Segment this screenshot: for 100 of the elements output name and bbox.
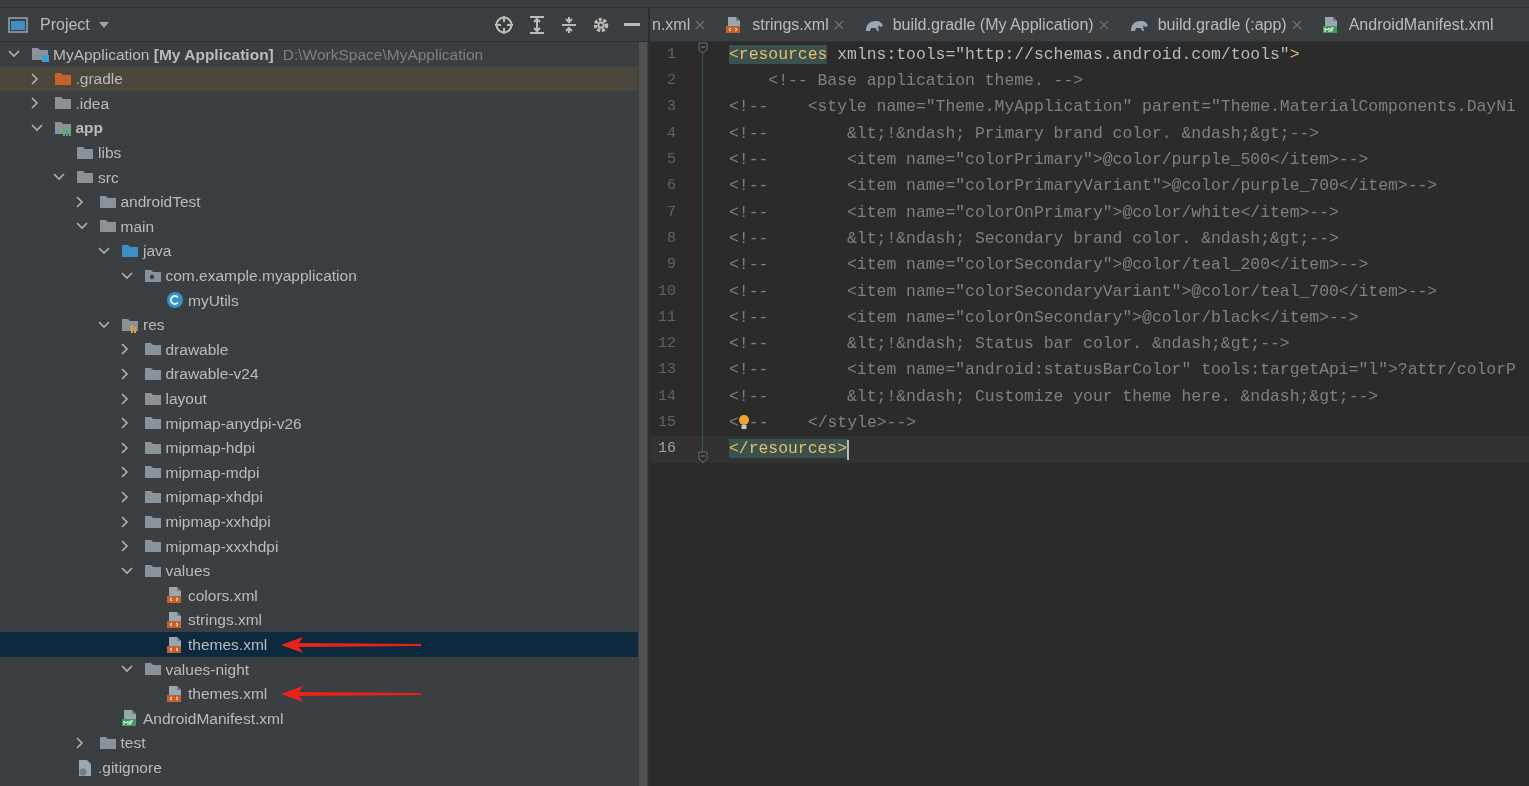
tree-item[interactable]: drawable-v24 (0, 361, 638, 387)
tree-item[interactable]: .gradle (0, 66, 638, 92)
tree-item[interactable]: colors.xml (0, 583, 638, 608)
chevron-right-icon[interactable] (120, 466, 129, 479)
lightbulb-icon[interactable] (738, 414, 749, 432)
xml-file-icon (166, 684, 184, 703)
collapse-all-icon[interactable] (560, 15, 578, 34)
line-number: 6 (666, 176, 676, 197)
tree-item[interactable]: layout (0, 386, 638, 411)
chevron-down-icon[interactable] (8, 50, 20, 59)
line-number: 10 (657, 281, 676, 302)
tree-item[interactable]: drawable (0, 337, 638, 362)
chevron-down-icon[interactable] (75, 222, 88, 231)
line-number: 15 (657, 413, 676, 434)
line-number: 5 (666, 150, 676, 171)
editor-tab[interactable]: strings.xml (723, 8, 852, 41)
code-line: <!-- <item name="android:statusBarColor" tools:targetApi="l">?attr/colorP (729, 359, 1516, 382)
chevron-down-icon[interactable] (120, 566, 133, 575)
tree-item[interactable]: .gitignore (0, 755, 638, 780)
scrollbar-thumb[interactable] (639, 42, 647, 786)
xml-file-icon (166, 635, 184, 654)
folder-icon (143, 488, 162, 506)
expand-all-icon[interactable] (528, 15, 546, 34)
code-line: <!-- &lt;!&ndash; Status bar color. &ndash;&gt;--> (729, 333, 1290, 356)
text-caret (847, 439, 850, 460)
tree-item[interactable]: .idea (0, 91, 638, 116)
tree-item[interactable]: values-night (0, 656, 638, 682)
xml-file-icon (166, 586, 184, 605)
tree-item[interactable]: mipmap-mdpi (0, 460, 638, 485)
tree-item[interactable]: MyApplication [My Application] D:\WorkSpace\MyApplication (0, 42, 638, 67)
xml-file-icon (166, 610, 184, 629)
line-number: 2 (666, 71, 676, 92)
tree-item[interactable]: mipmap-xxxhdpi (0, 533, 638, 559)
line-number: 13 (657, 360, 676, 381)
fold-icon[interactable] (697, 42, 708, 54)
chevron-right-icon[interactable] (30, 97, 39, 110)
chevron-down-icon[interactable] (120, 271, 133, 280)
tree-item[interactable]: mipmap-anydpi-v26 (0, 410, 638, 436)
chevron-right-icon[interactable] (120, 368, 129, 380)
code-line: <!-- <item name="colorPrimaryVariant">@color/purple_700</item>--> (729, 175, 1438, 198)
tree-item[interactable]: mipmap-hdpi (0, 435, 638, 461)
line-number: 1 (666, 44, 676, 65)
line-number: 12 (657, 334, 676, 355)
editor-tab[interactable]: AndroidManifest.xml (1319, 8, 1502, 41)
chevron-right-icon[interactable] (30, 72, 39, 85)
tree-item[interactable]: mipmap-xxhdpi (0, 509, 638, 534)
tree-item[interactable]: main (0, 214, 638, 239)
code-line: < -- </style>--> (729, 412, 917, 434)
ignore-file-icon (76, 758, 94, 777)
line-number: 4 (666, 123, 676, 144)
chevron-right-icon[interactable] (75, 195, 84, 208)
chevron-right-icon[interactable] (120, 491, 129, 503)
panel-title[interactable]: Project (40, 12, 90, 37)
line-number: 7 (666, 202, 676, 223)
chevron-right-icon[interactable] (120, 392, 129, 405)
dropdown-caret-icon[interactable] (97, 20, 110, 29)
code-line: <!-- <item name="colorOnPrimary">@color/white</item>--> (729, 201, 1339, 224)
chevron-right-icon[interactable] (120, 515, 129, 528)
folder-icon (143, 365, 162, 383)
code-line: <!-- &lt;!&ndash; Primary brand color. &ndash;&gt;--> (729, 122, 1320, 145)
tree-item[interactable]: themes.xml (0, 681, 638, 707)
tree-item[interactable]: androidTest (0, 189, 638, 215)
fold-icon[interactable] (697, 450, 708, 463)
chevron-down-icon[interactable] (98, 247, 110, 256)
tree-item[interactable]: test (0, 730, 638, 756)
editor-tab[interactable]: build.gradle (My Application) (861, 8, 1117, 41)
minimize-icon[interactable] (624, 22, 640, 27)
tree-item[interactable]: com.example.myapplication (0, 263, 638, 288)
tree-item[interactable]: strings.xml (0, 607, 638, 633)
chevron-right-icon[interactable] (120, 417, 129, 430)
manifest-file-icon (121, 709, 139, 728)
project-folder-icon (31, 45, 49, 64)
tree-item[interactable]: libs (0, 140, 638, 165)
tree-item[interactable]: myUtils (0, 287, 638, 313)
chevron-right-icon[interactable] (120, 343, 129, 356)
chevron-down-icon[interactable] (53, 173, 65, 182)
target-icon[interactable] (494, 14, 514, 35)
tree-item[interactable]: mipmap-xhdpi (0, 484, 638, 510)
line-number: 11 (657, 307, 676, 328)
tree-item[interactable]: themes.xml (0, 632, 638, 657)
tree-item[interactable]: AndroidManifest.xml (0, 706, 638, 731)
chevron-down-icon[interactable] (98, 320, 110, 329)
line-number: 14 (657, 386, 676, 407)
tree-item[interactable]: values (0, 558, 638, 584)
tree-item[interactable]: res (0, 312, 638, 338)
tree-item[interactable]: src (0, 164, 638, 190)
editor-tab[interactable]: n.xml (650, 8, 714, 41)
chevron-down-icon[interactable] (30, 124, 43, 133)
code-line: <!-- &lt;!&ndash; Customize your theme here. &ndash;&gt;--> (729, 385, 1379, 408)
code-line: <!-- <item name="colorPrimary">@color/purple_500</item>--> (729, 149, 1369, 172)
tree-item[interactable]: app (0, 115, 638, 141)
chevron-down-icon[interactable] (120, 665, 133, 674)
tree-item[interactable]: java (0, 238, 638, 264)
chevron-right-icon[interactable] (75, 736, 84, 749)
code-line: <!-- <style name="Theme.MyApplication" parent="Theme.MaterialComponents.DayNi (729, 96, 1516, 119)
chevron-right-icon[interactable] (120, 540, 129, 553)
editor-tab[interactable]: build.gradle (:app) (1126, 8, 1310, 41)
chevron-right-icon[interactable] (120, 441, 129, 454)
line-number: 9 (666, 255, 676, 276)
settings-icon[interactable] (592, 15, 610, 34)
